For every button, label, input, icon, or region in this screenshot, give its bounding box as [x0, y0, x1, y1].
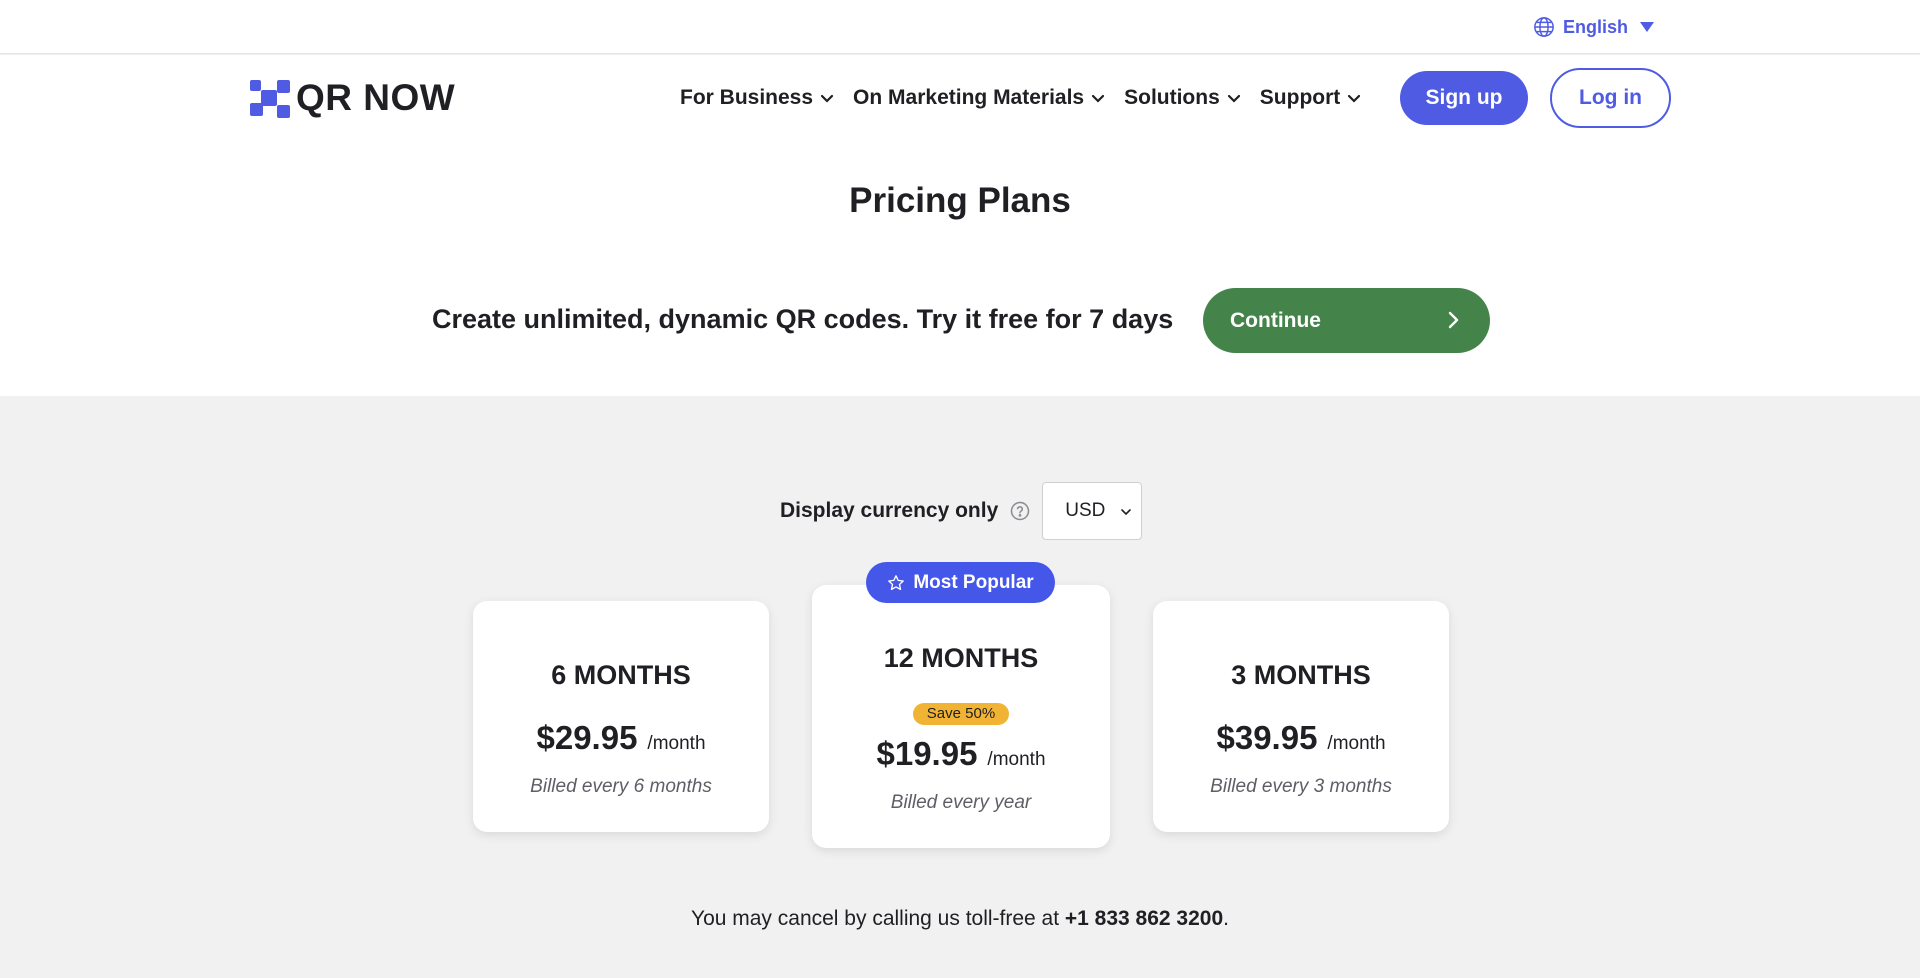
nav-menu: For Business On Marketing Materials Solu… [680, 83, 1380, 113]
plan-billing-note: Billed every year [890, 792, 1032, 813]
plan-term: 6 MONTHS [551, 660, 691, 690]
continue-button[interactable]: Continue [1203, 288, 1490, 353]
language-selector[interactable]: English [1533, 14, 1655, 40]
nav-item-label: For Business [680, 86, 814, 109]
nav-item-support[interactable]: Support [1260, 86, 1362, 110]
hero-section: Pricing Plans Create unlimited, dynamic … [0, 141, 1920, 396]
language-bar: English [0, 0, 1920, 54]
main-nav: QR NOW For Business On Marketing Materia… [0, 55, 1920, 141]
nav-item-on-marketing-materials[interactable]: On Marketing Materials [853, 86, 1106, 110]
cancel-note: You may cancel by calling us toll-free a… [0, 907, 1920, 931]
plan-price-row: $29.95 /month [473, 719, 769, 757]
chevron-down-icon [820, 94, 834, 103]
plan-price: $39.95 [1216, 719, 1318, 756]
plan-price-unit: /month [1327, 733, 1386, 754]
caret-down-icon [1640, 22, 1655, 32]
chevron-down-icon [1092, 94, 1105, 103]
currency-row: Display currency only USD [780, 482, 1143, 540]
nav-item-label: Solutions [1124, 86, 1220, 109]
logo[interactable]: QR NOW [250, 77, 455, 119]
sign-up-button[interactable]: Sign up [1400, 71, 1528, 125]
plan-price-unit: /month [647, 733, 706, 754]
chevron-right-icon [1448, 311, 1459, 329]
nav-item-label: Support [1259, 86, 1341, 109]
plan-term: 12 MONTHS [883, 643, 1039, 673]
nav-item-label: On Marketing Materials [853, 86, 1085, 109]
star-icon [888, 574, 905, 590]
log-in-button[interactable]: Log in [1550, 68, 1671, 128]
help-icon[interactable] [1010, 501, 1030, 521]
chevron-down-icon [1348, 94, 1361, 103]
currency-value: USD [1065, 500, 1106, 521]
plan-price-unit: /month [987, 749, 1046, 770]
chevron-down-icon [1121, 509, 1132, 516]
plan-price-row: $39.95 /month [1153, 719, 1449, 757]
plan-price: $19.95 [876, 735, 978, 772]
language-label: English [1563, 16, 1629, 37]
save-badge: Save 50% [913, 703, 1009, 725]
logo-text: QR NOW [296, 77, 456, 118]
plan-term: 3 MONTHS [1231, 660, 1371, 690]
plan-price: $29.95 [536, 719, 638, 756]
currency-label: Display currency only [780, 499, 999, 522]
plan-billing-note: Billed every 6 months [530, 776, 712, 797]
plan-card-3-months[interactable]: 3 MONTHS $39.95 /month Billed every 3 mo… [1153, 601, 1449, 832]
chevron-down-icon [1227, 94, 1240, 103]
globe-icon [1534, 17, 1554, 37]
plan-billing-note: Billed every 3 months [1210, 776, 1392, 797]
most-popular-badge: Most Popular [866, 562, 1055, 603]
tagline: Create unlimited, dynamic QR codes. Try … [432, 304, 1174, 334]
nav-item-for-business[interactable]: For Business [680, 86, 835, 110]
continue-label: Continue [1230, 308, 1321, 332]
currency-select[interactable]: USD [1042, 482, 1143, 540]
logo-mark-icon [250, 80, 290, 118]
most-popular-label: Most Popular [913, 571, 1034, 593]
plan-card-6-months[interactable]: 6 MONTHS $29.95 /month Billed every 6 mo… [473, 601, 769, 832]
phone-number[interactable]: +1 833 862 3200 [1065, 907, 1223, 930]
page-title: Pricing Plans [849, 181, 1071, 220]
cancel-note-text: You may cancel by calling us toll-free a… [690, 907, 1065, 930]
plan-price-row: $19.95 /month [812, 735, 1110, 773]
cancel-note-period: . [1223, 907, 1229, 930]
nav-item-solutions[interactable]: Solutions [1124, 86, 1242, 110]
